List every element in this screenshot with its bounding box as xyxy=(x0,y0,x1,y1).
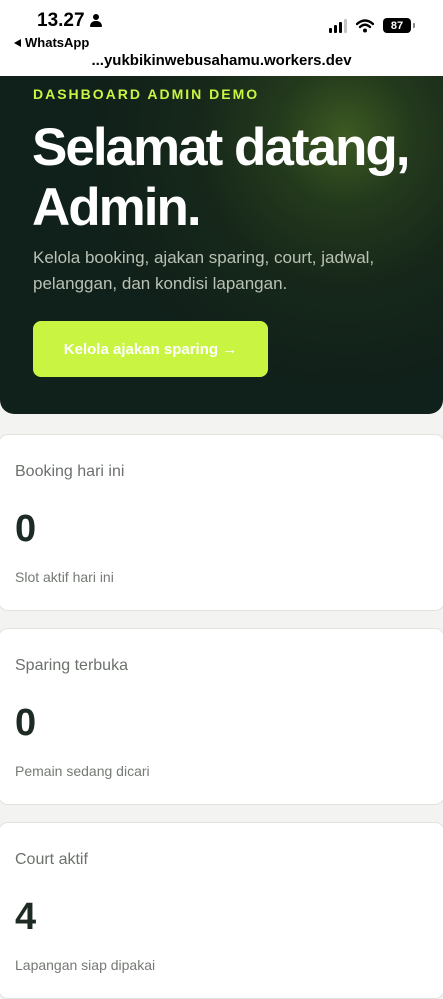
stat-label: Booking hari ini xyxy=(15,463,125,480)
back-to-app-button[interactable]: WhatsApp xyxy=(14,35,89,50)
back-app-label: WhatsApp xyxy=(25,35,90,50)
clock-text: 13.27 xyxy=(37,10,85,31)
stat-card-court: Court aktif 4 Lapangan siap dipakai xyxy=(0,822,443,999)
page-title: Selamat datang, Admin. xyxy=(32,118,410,237)
hero-description: Kelola booking, ajakan sparing, court, j… xyxy=(33,248,375,293)
stat-label: Court aktif xyxy=(15,851,88,868)
stat-card-booking: Booking hari ini 0 Slot aktif hari ini xyxy=(0,434,443,611)
stat-subtext: Pemain sedang dicari xyxy=(15,763,150,779)
system-icons: 87 xyxy=(329,18,415,33)
url-bar[interactable]: ...yukbikinwebusahamu.workers.dev xyxy=(0,52,443,69)
hero-eyebrow: DASHBOARD ADMIN DEMO xyxy=(33,86,260,102)
clock: 13.27 xyxy=(37,10,103,32)
stat-subtext: Slot aktif hari ini xyxy=(15,569,114,585)
back-arrow-icon xyxy=(14,38,21,47)
stat-value: 0 xyxy=(15,508,37,550)
battery-level: 87 xyxy=(390,19,404,32)
status-bar: 13.27 WhatsApp 87 ...yukbikinwebusahamu.… xyxy=(0,0,443,76)
stat-value: 0 xyxy=(15,702,37,744)
stat-value: 4 xyxy=(15,896,37,938)
stat-subtext: Lapangan siap dipakai xyxy=(15,957,156,973)
battery-icon: 87 xyxy=(383,18,415,33)
stat-card-sparing: Sparing terbuka 0 Pemain sedang dicari xyxy=(0,628,443,805)
stat-label: Sparing terbuka xyxy=(15,657,128,674)
manage-sparing-button[interactable]: Kelola ajakan sparing → xyxy=(33,321,268,377)
wifi-icon xyxy=(356,18,374,32)
signal-icon xyxy=(329,18,347,33)
person-icon xyxy=(89,14,103,28)
welcome-hero: DASHBOARD ADMIN DEMO Selamat datang, Adm… xyxy=(0,76,443,414)
